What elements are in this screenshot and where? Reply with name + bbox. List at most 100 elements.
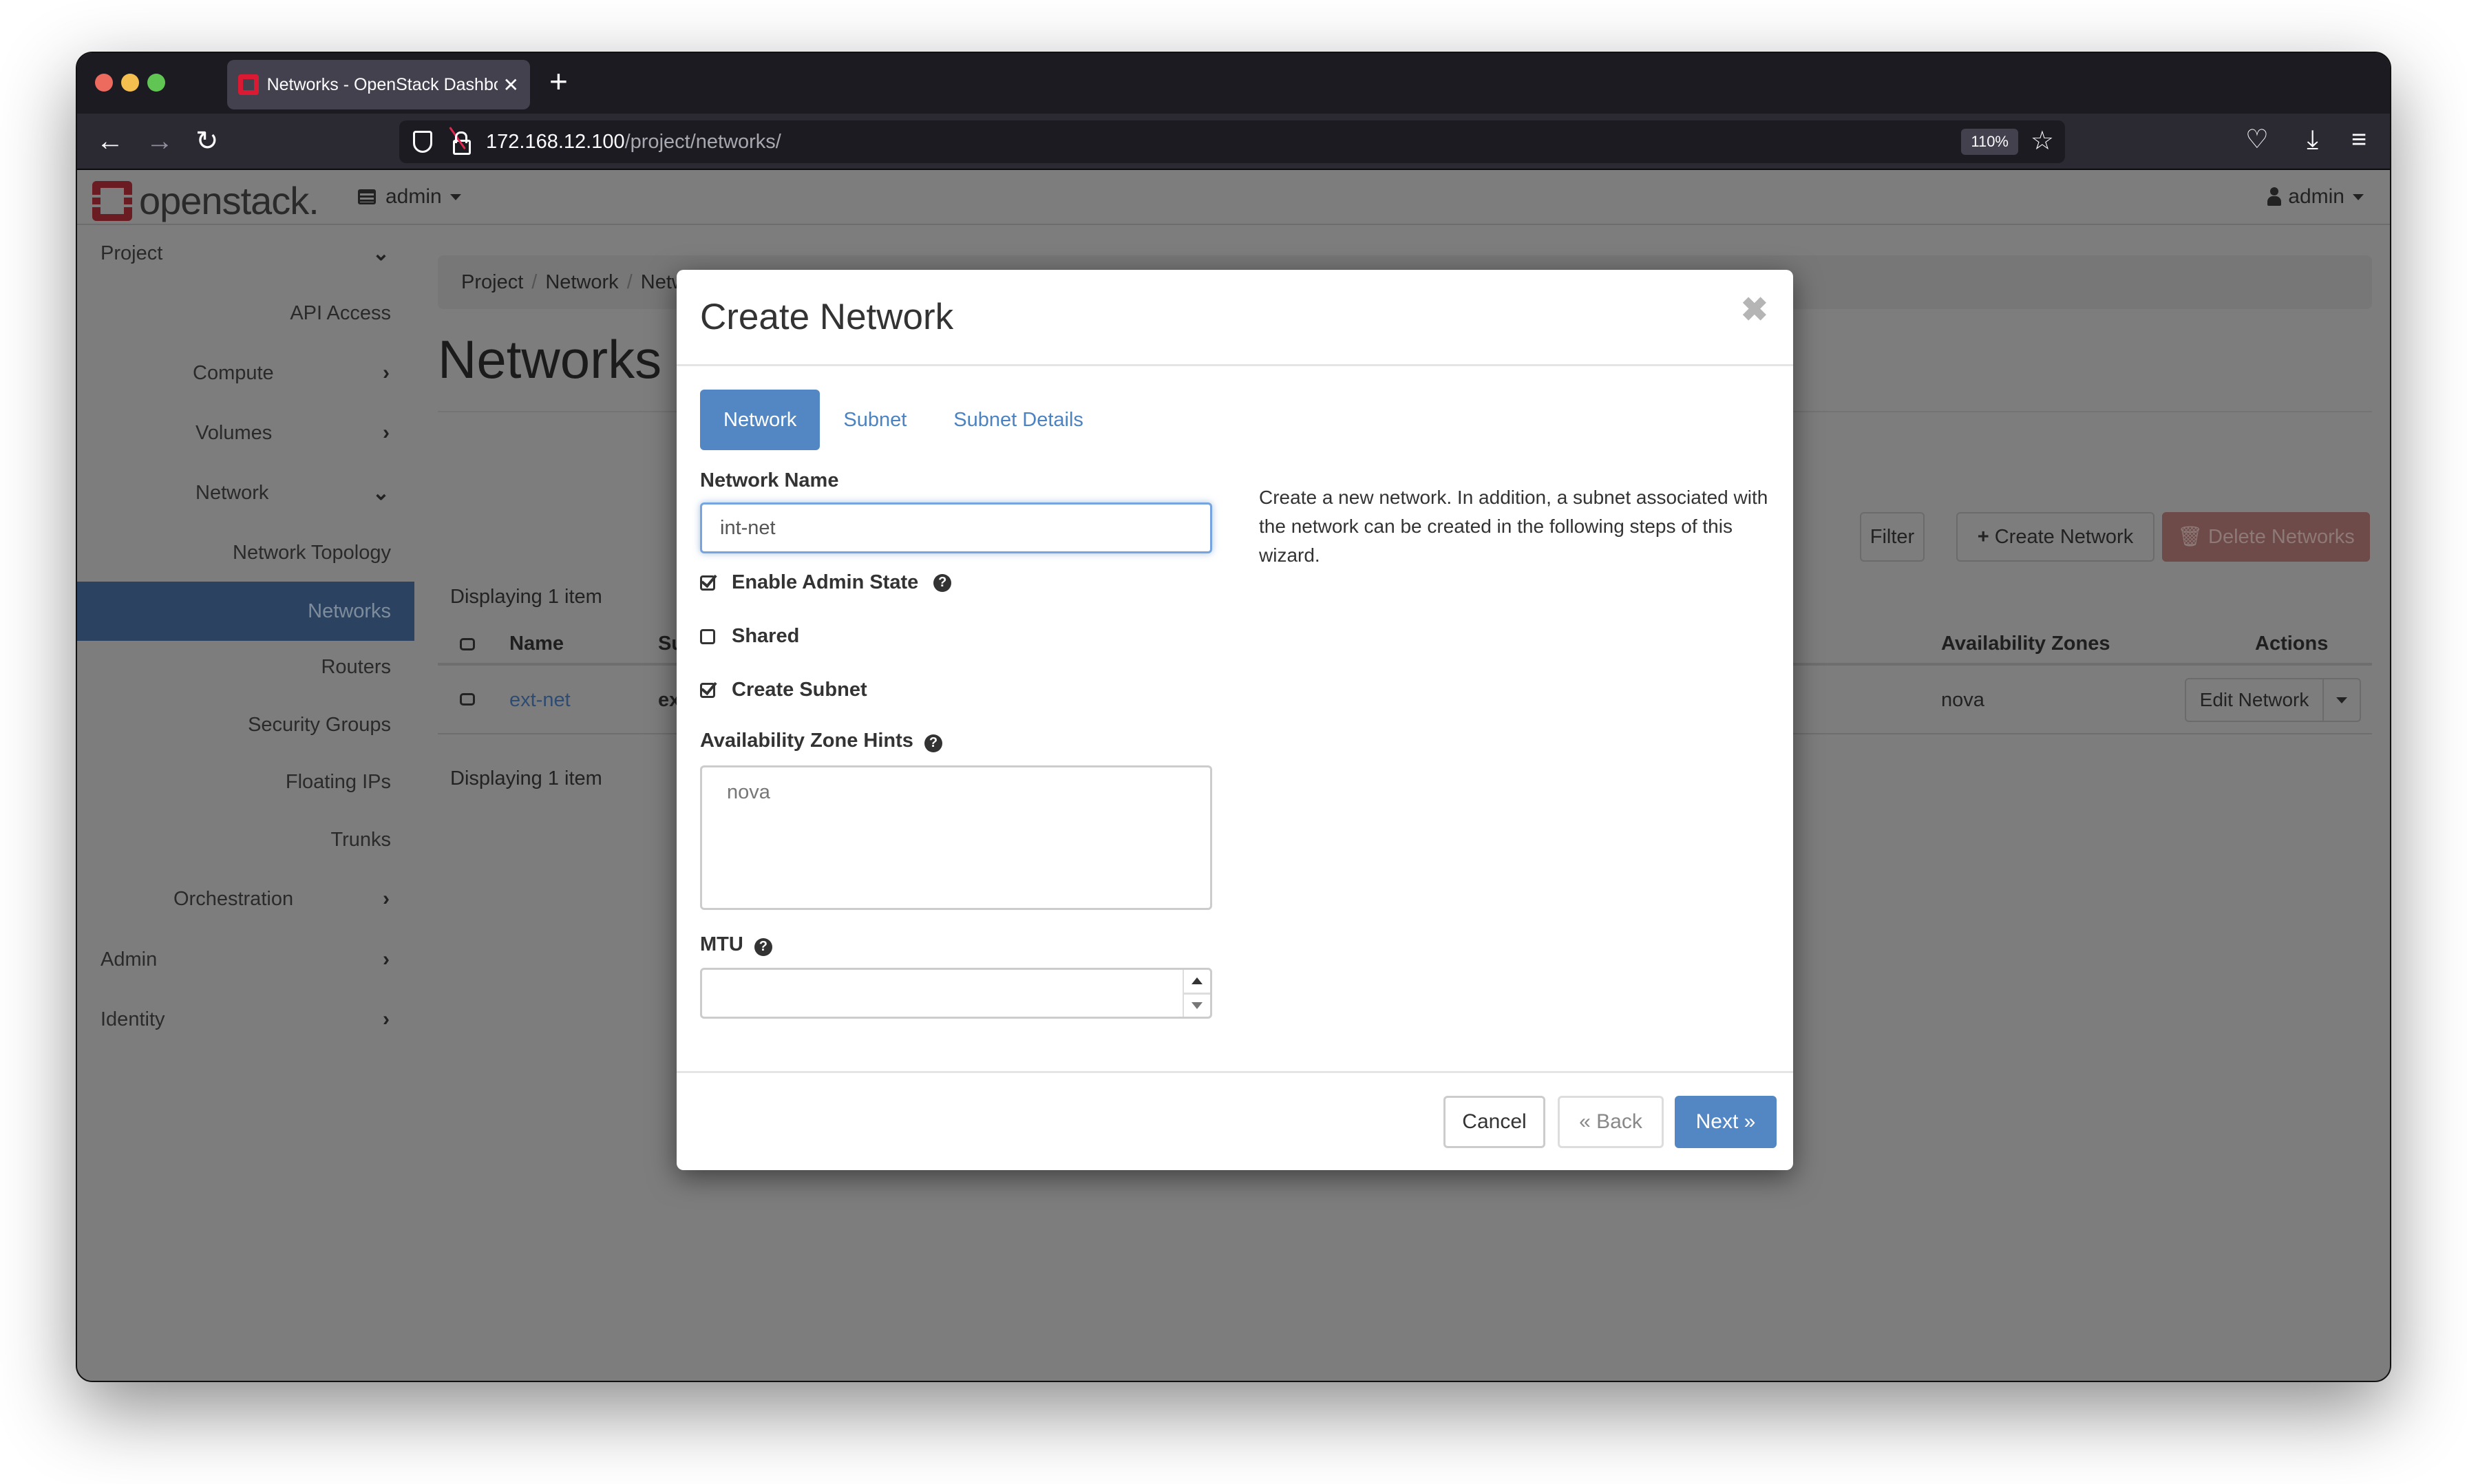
reload-icon[interactable]: ↻ [195, 126, 219, 156]
network-name-link[interactable]: ext-net [509, 689, 571, 712]
help-icon[interactable]: ? [754, 937, 772, 956]
cancel-button[interactable]: Cancel [1443, 1096, 1545, 1148]
sidebar-item-networks[interactable]: Networks [77, 582, 414, 641]
tab-bar: Networks - OpenStack Dashboard ✕ + [77, 53, 2390, 114]
zoom-level-badge[interactable]: 110% [1961, 129, 2018, 155]
back-button[interactable]: « Back [1558, 1096, 1664, 1148]
insecure-lock-icon[interactable] [449, 127, 471, 155]
shared-checkbox[interactable] [700, 628, 715, 644]
download-icon[interactable]: ⤓ [2307, 125, 2318, 155]
sidebar-item-label: Volumes [195, 421, 273, 444]
breadcrumb-network[interactable]: Network [545, 271, 618, 294]
breadcrumb-separator: / [626, 271, 633, 293]
increment-button[interactable] [1184, 970, 1210, 995]
select-all-checkbox[interactable] [460, 638, 475, 650]
nav-toolbar: ← → ↻ 172.168.12.100 /project/networks/ … [77, 114, 2390, 170]
close-tab-icon[interactable]: ✕ [503, 74, 519, 96]
create-subnet-row: Create Subnet [700, 679, 867, 701]
sidebar-item-compute[interactable]: Compute › [77, 345, 414, 401]
network-name-label: Network Name [700, 469, 839, 491]
actions-dropdown-toggle[interactable] [2324, 679, 2360, 721]
sidebar-item-security-groups[interactable]: Security Groups [77, 697, 414, 753]
caret-down-icon [449, 193, 461, 200]
sidebar-item-orchestration[interactable]: Orchestration › [77, 871, 414, 927]
tab-subnet[interactable]: Subnet [820, 390, 930, 450]
openstack-logo[interactable]: openstack. [92, 178, 319, 223]
modal-header: Create Network ✖ [677, 270, 1793, 366]
modal-footer: Cancel « Back Next » [677, 1071, 1793, 1170]
delete-networks-button[interactable]: 🗑 Delete Networks [2162, 512, 2370, 562]
wizard-tabs: Network Subnet Subnet Details [700, 390, 1107, 450]
enable-admin-state-checkbox[interactable] [700, 575, 715, 591]
back-arrow-icon[interactable]: ← [96, 126, 124, 156]
item-count-top: Displaying 1 item [450, 586, 602, 608]
url-path: /project/networks/ [624, 130, 781, 153]
create-network-label: Create Network [1994, 525, 2134, 548]
trash-icon: 🗑 [2177, 526, 2203, 548]
network-name-input[interactable] [700, 502, 1212, 553]
openstack-header: openstack. admin admin [77, 170, 2390, 225]
project-selector-label: admin [385, 185, 442, 208]
az-hints-label-row: Availability Zone Hints ? [700, 730, 942, 752]
help-icon[interactable]: ? [933, 573, 952, 592]
sidebar-item-network[interactable]: Network ⌄ [77, 465, 414, 521]
sidebar-item-label: Trunks [330, 828, 391, 851]
decrement-button[interactable] [1184, 995, 1210, 1017]
chevron-right-icon: › [383, 1008, 390, 1030]
availability-zones-cell: nova [1941, 689, 1984, 711]
filter-button[interactable]: Filter [1860, 512, 1925, 562]
pocket-icon[interactable]: ♡ [2245, 125, 2269, 155]
chevron-right-icon: › [383, 948, 390, 971]
sidebar-item-label: Security Groups [248, 713, 391, 736]
maximize-window-button[interactable] [147, 74, 165, 92]
sidebar-item-routers[interactable]: Routers [77, 639, 414, 695]
mtu-stepper[interactable] [1183, 970, 1210, 1017]
sidebar-item-admin[interactable]: Admin › [77, 931, 414, 988]
sidebar-item-label: Network [195, 481, 269, 504]
page-content: openstack. admin admin Project ⌄ API Acc… [77, 170, 2390, 1381]
minimize-window-button[interactable] [121, 74, 139, 92]
row-checkbox[interactable] [460, 693, 475, 706]
edit-network-button[interactable]: Edit Network [2186, 679, 2324, 721]
new-tab-icon[interactable]: + [549, 63, 568, 100]
mtu-number-input[interactable] [700, 968, 1212, 1019]
bookmark-star-icon[interactable]: ☆ [2031, 127, 2054, 155]
browser-tab[interactable]: Networks - OpenStack Dashboard ✕ [227, 60, 530, 109]
sidebar-item-project[interactable]: Project ⌄ [77, 225, 414, 282]
openstack-favicon-icon [238, 74, 259, 95]
breadcrumb-separator: / [531, 271, 538, 293]
chevron-right-icon: › [383, 421, 390, 444]
tracking-shield-icon[interactable] [413, 131, 432, 153]
caret-down-icon [2353, 193, 2364, 200]
breadcrumb-project[interactable]: Project [461, 271, 523, 294]
column-header-name[interactable]: Name [509, 633, 564, 655]
tab-network[interactable]: Network [700, 390, 820, 450]
sidebar-item-label: Floating IPs [285, 770, 391, 793]
next-button[interactable]: Next » [1675, 1096, 1777, 1148]
hamburger-menu-icon[interactable]: ≡ [2351, 125, 2367, 155]
close-icon[interactable]: ✖ [1741, 290, 1768, 329]
create-network-button[interactable]: + Create Network [1956, 512, 2154, 562]
close-window-button[interactable] [95, 74, 113, 92]
sidebar-item-label: Project [100, 242, 163, 264]
forward-arrow-icon[interactable]: → [146, 126, 173, 156]
sidebar-item-floating-ips[interactable]: Floating IPs [77, 754, 414, 810]
az-option-nova[interactable]: nova [727, 781, 1210, 804]
sidebar-item-volumes[interactable]: Volumes › [77, 405, 414, 461]
tab-subnet-details[interactable]: Subnet Details [930, 390, 1107, 450]
url-bar[interactable]: 172.168.12.100 /project/networks/ 110% ☆ [399, 120, 2065, 163]
logo-text: openstack. [139, 179, 319, 222]
sidebar-item-trunks[interactable]: Trunks [77, 812, 414, 868]
user-menu[interactable]: admin [2267, 185, 2364, 209]
chevron-down-icon: ⌄ [372, 481, 390, 505]
sidebar-item-api-access[interactable]: API Access [77, 285, 414, 341]
sidebar-item-network-topology[interactable]: Network Topology [77, 524, 414, 581]
column-header-availability-zones[interactable]: Availability Zones [1941, 633, 2110, 655]
sidebar-item-identity[interactable]: Identity › [77, 991, 414, 1048]
help-icon[interactable]: ? [924, 734, 942, 752]
project-selector[interactable]: admin [358, 185, 461, 209]
chevron-down-icon: ⌄ [372, 242, 390, 265]
mtu-label: MTU [700, 933, 743, 955]
create-subnet-checkbox[interactable] [700, 682, 715, 698]
az-hints-multiselect[interactable]: nova [700, 765, 1212, 910]
